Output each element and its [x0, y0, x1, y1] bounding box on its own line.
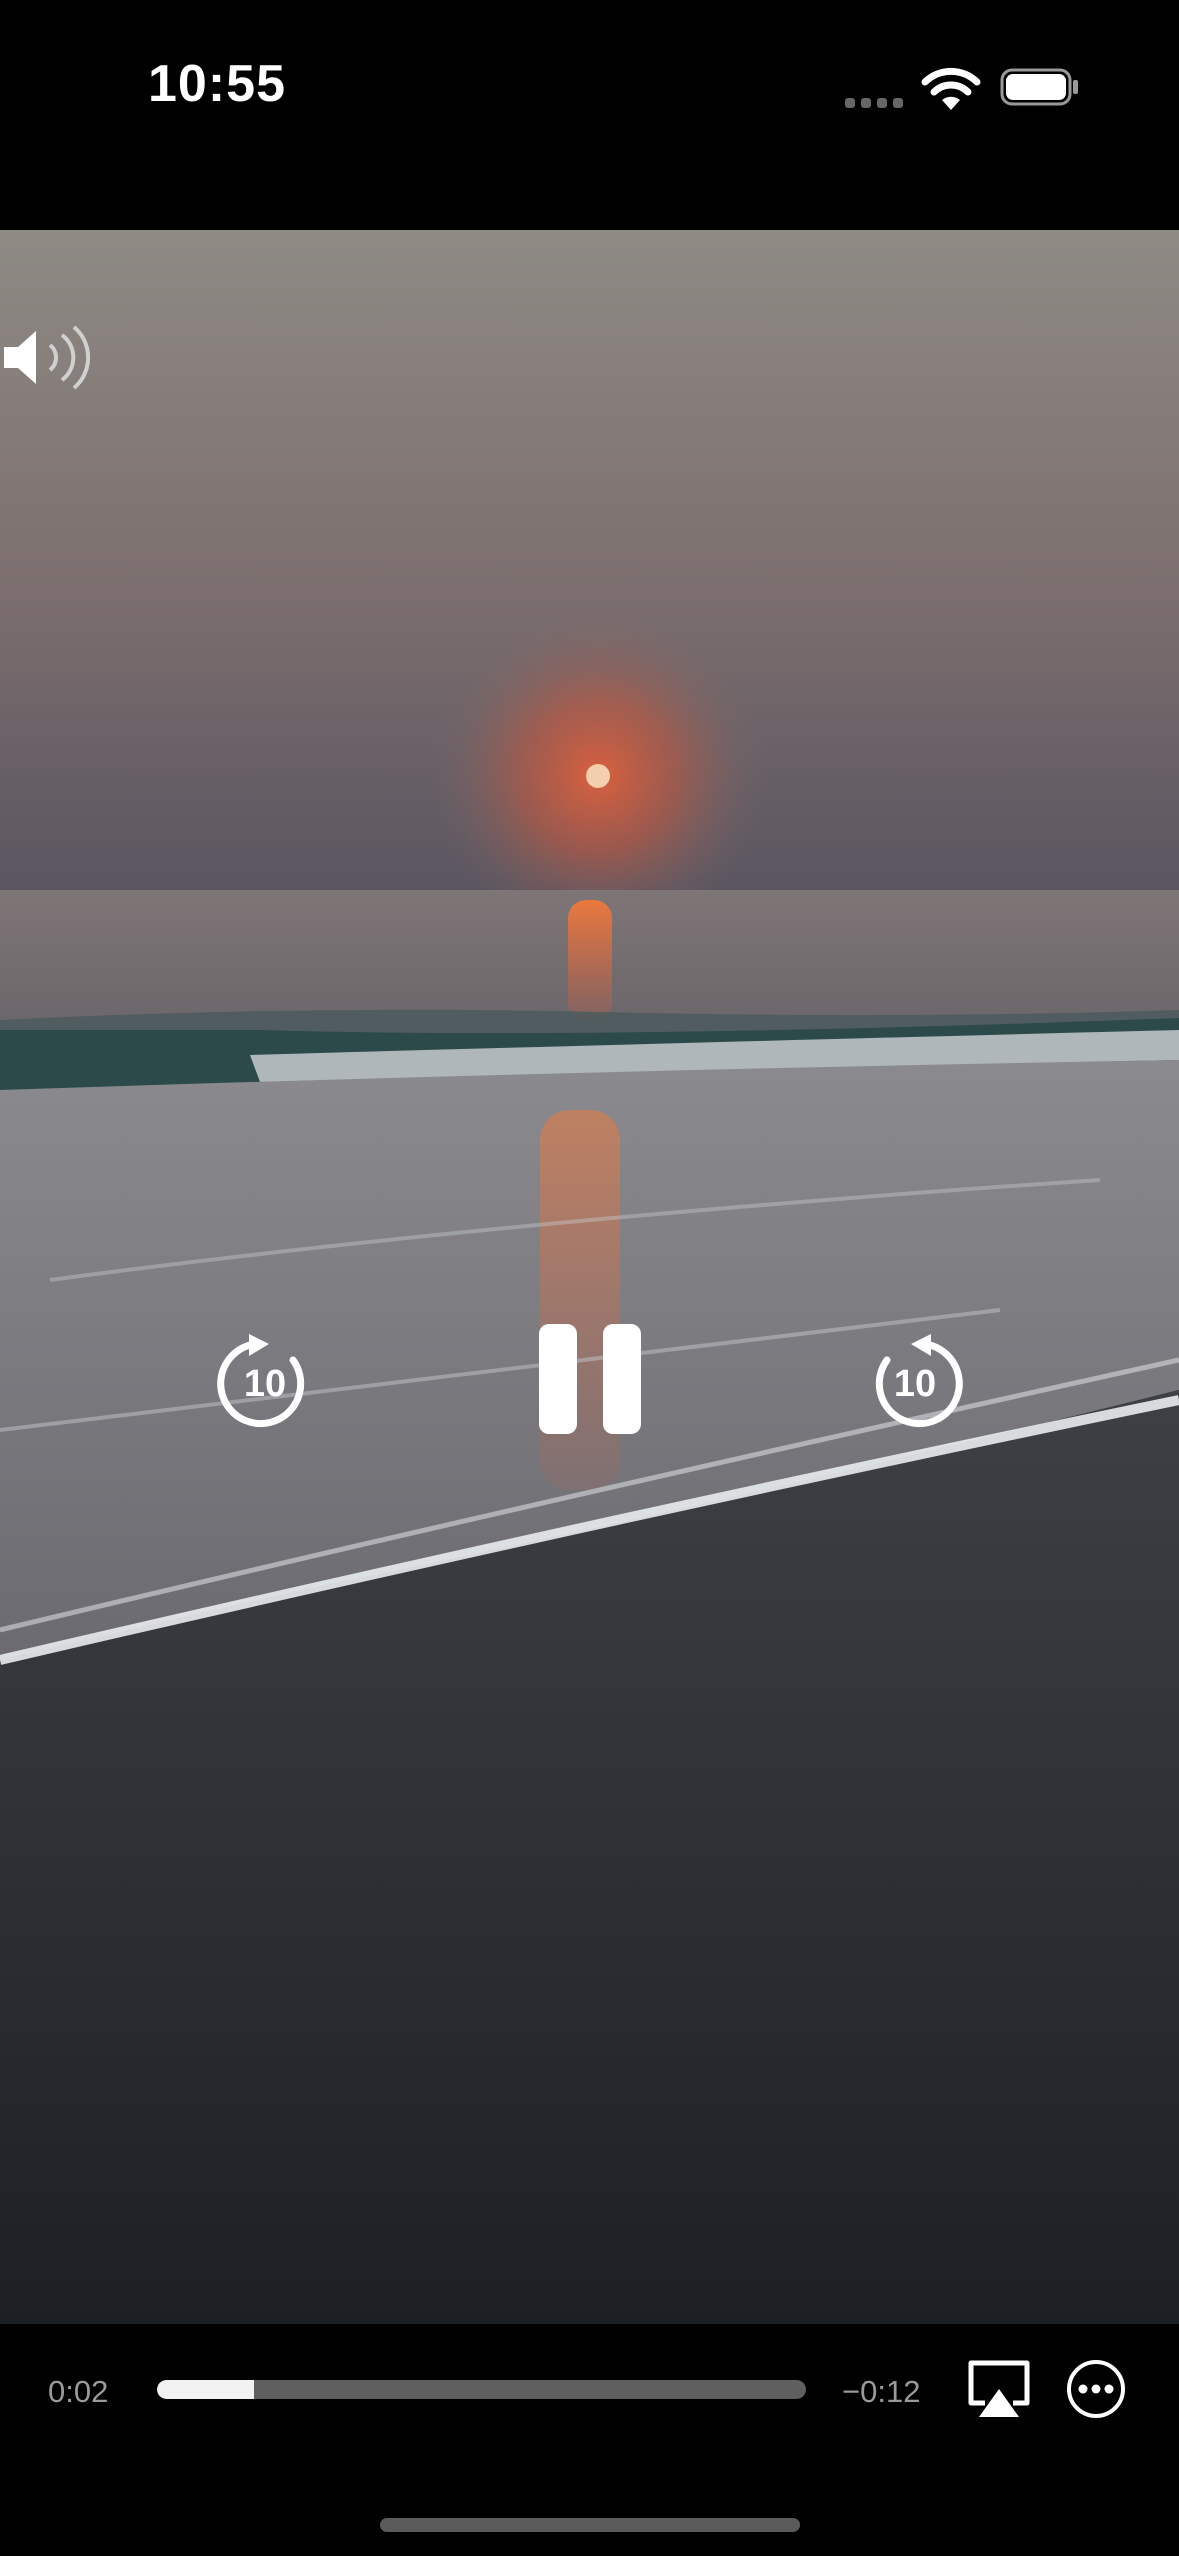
sun [586, 764, 610, 788]
skip-forward-button[interactable]: 10 [865, 1330, 965, 1430]
skip-forward-label: 10 [893, 1362, 937, 1405]
video-player[interactable]: 10 10 [0, 230, 1179, 2324]
more-ellipsis-icon[interactable] [1066, 2359, 1126, 2419]
pause-icon [539, 1324, 641, 1434]
home-indicator[interactable] [380, 2518, 800, 2532]
status-time: 10:55 [148, 55, 286, 113]
battery-icon [1000, 68, 1078, 106]
skip-back-label: 10 [243, 1362, 287, 1405]
signal-dots-icon [845, 95, 909, 113]
remaining-time: −0:12 [842, 2374, 921, 2409]
progress-fill [157, 2380, 255, 2399]
progress-scrubber[interactable] [157, 2380, 806, 2399]
player-control-bar: 0:02 −0:12 [0, 2324, 1179, 2556]
video-frame [0, 230, 1179, 2324]
wifi-icon [921, 67, 981, 110]
volume-icon[interactable] [0, 325, 90, 390]
skip-back-button[interactable]: 10 [215, 1330, 315, 1430]
airplay-icon[interactable] [965, 2359, 1033, 2419]
pause-button[interactable] [535, 1320, 645, 1438]
elapsed-time: 0:02 [48, 2374, 109, 2409]
status-bar: 10:55 [0, 0, 1179, 230]
